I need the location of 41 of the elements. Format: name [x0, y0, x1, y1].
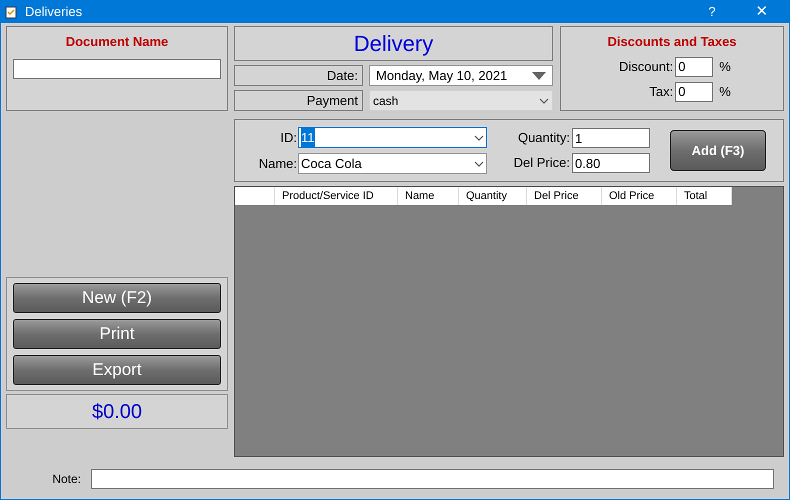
- chevron-down-icon[interactable]: [474, 160, 484, 166]
- percent-label: %: [719, 58, 731, 76]
- column-header[interactable]: Total: [677, 187, 732, 205]
- action-button[interactable]: Print: [13, 319, 221, 349]
- field-label: Discount:: [618, 58, 674, 76]
- number-field[interactable]: 0.80: [572, 153, 650, 173]
- percent-label: %: [719, 82, 731, 101]
- field-label: Tax:: [648, 82, 674, 101]
- column-header[interactable]: Name: [398, 187, 459, 205]
- percent-field[interactable]: 0: [675, 56, 714, 76]
- window-title: Deliveries: [25, 3, 82, 22]
- column-header[interactable]: Old Price: [602, 187, 677, 205]
- clipboard-check-icon: [5, 5, 19, 19]
- field-label: ID:: [279, 128, 297, 147]
- chevron-down-icon[interactable]: [474, 134, 484, 140]
- column-header[interactable]: Quantity: [459, 187, 527, 205]
- field-label: Quantity:: [516, 129, 570, 148]
- add-button[interactable]: Add (F3): [670, 130, 766, 171]
- field-label: Del Price:: [512, 154, 570, 172]
- document-name-label: Document Name: [66, 33, 168, 51]
- delivery-title: Delivery: [234, 26, 553, 61]
- help-button[interactable]: ?: [697, 2, 727, 22]
- combo-box[interactable]: 11: [298, 127, 487, 148]
- field-label: Name:: [258, 154, 297, 173]
- discounts-title: Discounts and Taxes: [607, 33, 737, 51]
- column-header[interactable]: Product/Service ID: [275, 187, 398, 205]
- close-button[interactable]: ✕: [739, 1, 785, 24]
- note-field[interactable]: [91, 469, 774, 489]
- note-label: Note:: [51, 471, 82, 488]
- dropdown-triangle-icon[interactable]: [532, 72, 546, 80]
- number-field[interactable]: 1: [572, 128, 650, 148]
- combo-box[interactable]: Coca Cola: [298, 153, 487, 174]
- action-button[interactable]: Export: [13, 355, 221, 385]
- column-header[interactable]: Del Price: [527, 187, 602, 205]
- total-display: $0.00: [6, 394, 228, 429]
- action-button[interactable]: New (F2): [13, 283, 221, 313]
- date-picker[interactable]: Monday, May 10, 2021: [369, 65, 553, 86]
- payment-label: Payment: [234, 90, 363, 111]
- date-label: Date:: [234, 65, 363, 86]
- percent-field[interactable]: 0: [675, 82, 714, 102]
- document-name-field[interactable]: [13, 58, 221, 78]
